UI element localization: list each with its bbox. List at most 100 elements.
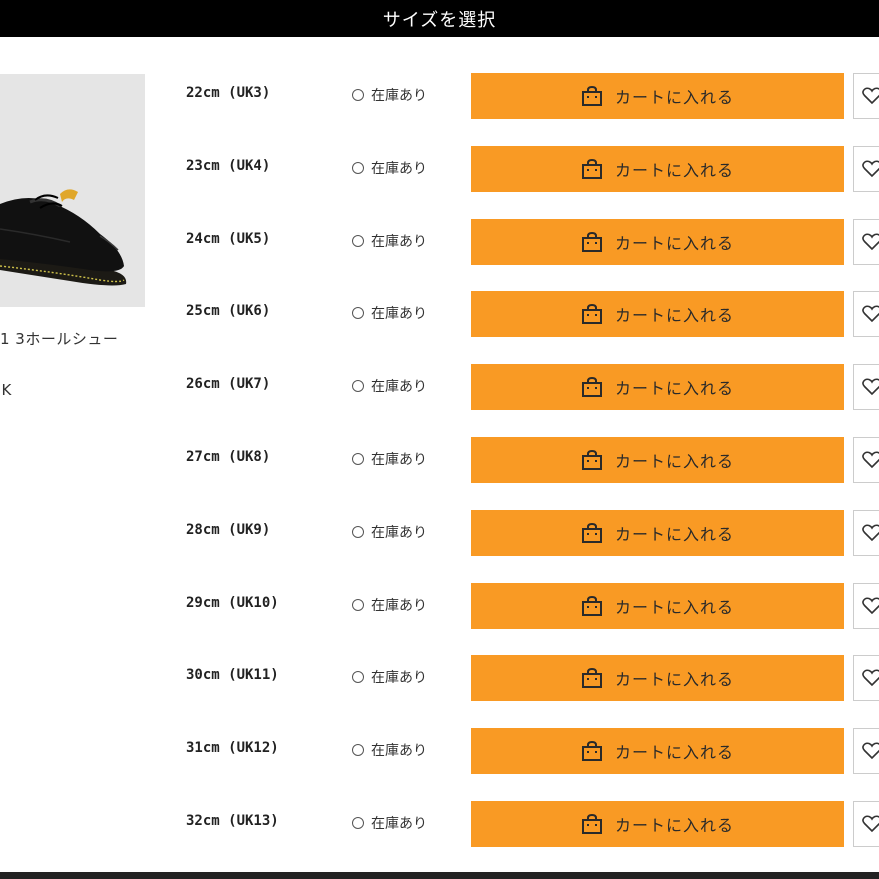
favorite-button[interactable] [853,364,879,411]
size-row: 27cm (UK8) 在庫あり カートに入れる [0,437,879,483]
stock-label: 在庫あり [371,160,427,177]
favorite-button[interactable] [853,73,879,119]
size-row: 31cm (UK12) 在庫あり カートに入れる [0,728,879,775]
add-to-cart-button[interactable]: カートに入れる [471,582,844,629]
add-to-cart-button[interactable]: カートに入れる [471,509,844,556]
size-label: 28cm (UK9) [186,521,271,538]
add-to-cart-button[interactable]: カートに入れる [471,655,844,702]
stock-status: 在庫あり [352,813,427,833]
add-to-cart-label: カートに入れる [614,160,734,180]
stock-status: 在庫あり [352,595,427,615]
add-to-cart-label: カートに入れる [614,452,734,471]
favorite-button[interactable] [853,655,879,702]
favorite-button[interactable] [853,437,879,483]
shopping-bag-icon [581,595,602,616]
size-row: 22cm (UK3) 在庫あり カートに入れる [0,73,879,119]
shopping-bag-icon [581,231,602,252]
add-to-cart-label: カートに入れる [614,306,734,326]
stock-status: 在庫あり [352,449,427,469]
size-row: 28cm (UK9) 在庫あり カートに入れる [0,509,879,556]
size-row: 26cm (UK7) 在庫あり カートに入れる [0,364,879,411]
circle-icon [352,234,364,247]
page-title: サイズを選択 [382,9,497,31]
stock-status: 在庫あり [352,85,427,105]
shopping-bag-icon [581,668,602,689]
heart-icon [862,524,879,541]
stock-label: 在庫あり [371,452,427,468]
size-label: 22cm (UK3) [186,85,271,101]
add-to-cart-label: カートに入れる [614,233,734,253]
size-label: 25cm (UK6) [186,303,271,320]
circle-icon [352,525,364,538]
favorite-button[interactable] [853,509,879,556]
add-to-cart-button[interactable]: カートに入れる [471,218,844,265]
favorite-button[interactable] [853,291,879,338]
stock-label: 在庫あり [371,670,427,687]
add-to-cart-label: カートに入れる [614,816,734,835]
shopping-bag-icon [581,158,602,179]
stock-label: 在庫あり [371,524,427,541]
size-row: 29cm (UK10) 在庫あり カートに入れる [0,582,879,629]
add-to-cart-button[interactable]: カートに入れる [471,364,844,411]
add-to-cart-button[interactable]: カートに入れる [471,437,844,483]
size-label: 29cm (UK10) [186,594,279,611]
add-to-cart-label: カートに入れる [614,597,734,617]
heart-icon [862,669,879,687]
size-row: 25cm (UK6) 在庫あり カートに入れる [0,291,879,338]
add-to-cart-button[interactable]: カートに入れる [471,145,844,192]
circle-icon [352,89,364,101]
stock-status: 在庫あり [352,158,427,178]
heart-icon [862,597,879,614]
stock-label: 在庫あり [371,743,427,760]
favorite-button[interactable] [853,801,879,847]
add-to-cart-button[interactable]: カートに入れる [471,73,844,119]
add-to-cart-button[interactable]: カートに入れる [471,728,844,775]
size-row: 24cm (UK5) 在庫あり カートに入れる [0,218,879,265]
size-label: 30cm (UK11) [186,667,279,684]
circle-icon [352,671,364,684]
circle-icon [352,744,364,757]
size-row: 30cm (UK11) 在庫あり カートに入れる [0,655,879,702]
size-row: 32cm (UK13) 在庫あり カートに入れる [0,801,879,847]
size-label: 27cm (UK8) [186,449,271,465]
shopping-bag-icon [581,522,602,543]
add-to-cart-button[interactable]: カートに入れる [471,291,844,338]
shopping-bag-icon [581,304,602,325]
add-to-cart-label: カートに入れる [614,743,734,763]
circle-icon [352,817,364,829]
size-label: 31cm (UK12) [186,740,279,757]
circle-icon [352,453,364,465]
stock-status: 在庫あり [352,740,427,760]
heart-icon [862,451,879,469]
add-to-cart-label: カートに入れる [614,670,734,690]
circle-icon [352,307,364,320]
stock-status: 在庫あり [352,667,427,687]
favorite-button[interactable] [853,145,879,192]
size-label: 26cm (UK7) [186,376,271,393]
stock-status: 在庫あり [352,303,427,323]
add-to-cart-label: カートに入れる [614,88,734,107]
circle-icon [352,161,364,174]
favorite-button[interactable] [853,218,879,265]
stock-status: 在庫あり [352,231,427,251]
page-header: サイズを選択 [0,0,879,37]
circle-icon [352,380,364,393]
size-label: 32cm (UK13) [186,813,279,829]
heart-icon [862,87,879,105]
stock-label: 在庫あり [371,306,427,323]
stock-label: 在庫あり [371,233,427,250]
heart-icon [862,742,879,760]
heart-icon [862,378,879,396]
heart-icon [862,233,879,250]
add-to-cart-button[interactable]: カートに入れる [471,801,844,847]
size-label: 23cm (UK4) [186,157,271,174]
stock-label: 在庫あり [371,88,427,104]
add-to-cart-label: カートに入れる [614,379,734,399]
footer-divider [0,872,879,879]
stock-label: 在庫あり [371,816,427,832]
add-to-cart-label: カートに入れる [614,524,734,544]
stock-status: 在庫あり [352,522,427,542]
favorite-button[interactable] [853,582,879,629]
favorite-button[interactable] [853,728,879,775]
shopping-bag-icon [581,813,602,834]
